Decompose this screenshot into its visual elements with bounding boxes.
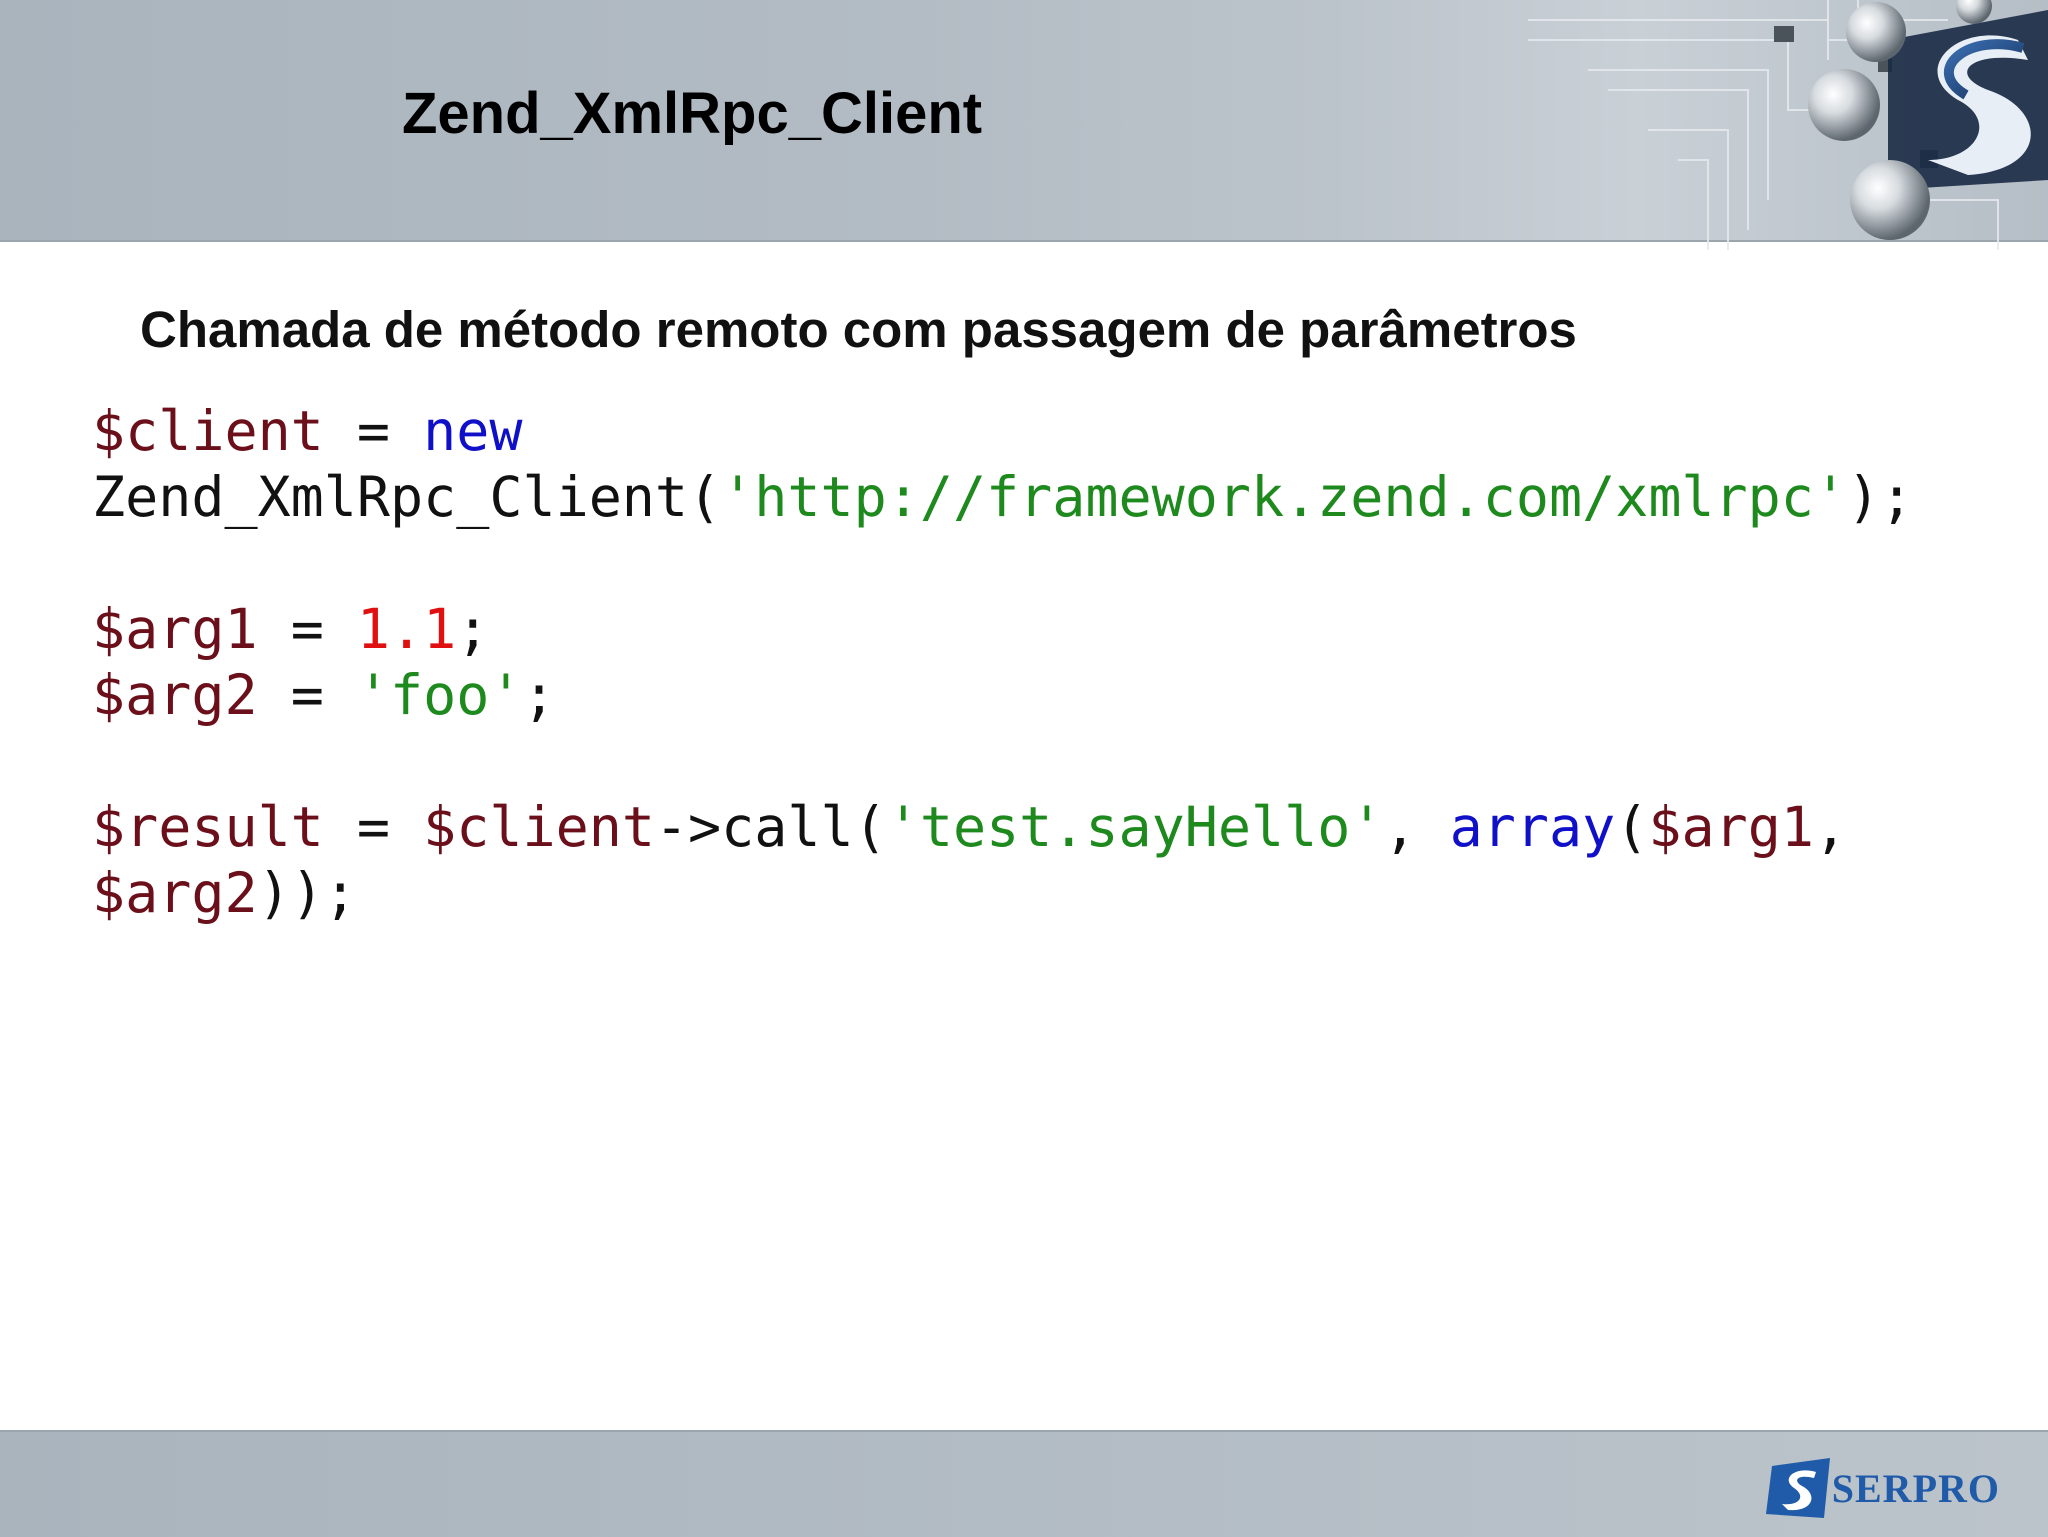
code-line: Zend_XmlRpc_Client('http://framework.zen…	[92, 464, 1913, 530]
code-token: ,	[1813, 795, 1848, 859]
slide-title: Zend_XmlRpc_Client	[402, 81, 983, 146]
code-token: ));	[257, 861, 357, 925]
code-token: );	[1847, 465, 1914, 529]
code-token: Zend_XmlRpc_Client(	[92, 465, 722, 529]
code-line: $arg1 = 1.1;	[92, 596, 1913, 662]
code-token: 1.1	[356, 597, 457, 661]
code-token: =	[257, 597, 357, 661]
footer-logo-text: SERPRO	[1831, 1465, 2000, 1511]
code-token: 'http://framework.zend.com/xmlrpc'	[721, 465, 1847, 529]
code-token: array	[1449, 795, 1616, 859]
code-token: new	[423, 399, 523, 463]
code-line: $client = new	[92, 398, 1913, 464]
code-token: ,	[1383, 795, 1450, 859]
code-token: 'foo'	[356, 663, 523, 727]
code-token: $client	[92, 399, 324, 463]
slide-header-band	[0, 0, 2048, 250]
circuit-decoration	[1528, 0, 2048, 250]
serpro-s-logo-icon	[1765, 1458, 1830, 1518]
code-token: $arg2	[92, 861, 258, 925]
code-token: =	[323, 795, 424, 859]
code-token: =	[257, 663, 357, 727]
code-line: $arg2 = 'foo';	[92, 662, 1913, 728]
code-token: (	[1615, 795, 1649, 859]
serpro-emblem	[1888, 10, 2048, 190]
code-token: $client	[423, 795, 655, 859]
code-line: $arg2));	[92, 860, 1913, 926]
code-token: ;	[456, 597, 490, 661]
code-token: $result	[92, 795, 324, 859]
code-token: =	[323, 399, 424, 463]
slide-subtitle: Chamada de método remoto com passagem de…	[140, 301, 1577, 358]
code-token: ;	[522, 663, 556, 727]
code-token: $arg1	[1648, 795, 1814, 859]
code-token: ->call(	[654, 795, 887, 859]
code-token: 'test.sayHello'	[886, 795, 1384, 859]
code-line: $result = $client->call('test.sayHello',…	[92, 794, 1913, 860]
slide-footer-band	[0, 1430, 2048, 1537]
code-token: $arg1	[92, 597, 258, 661]
footer-logo: SERPRO	[1765, 1456, 2000, 1520]
code-block: $client = new Zend_XmlRpc_Client('http://…	[92, 398, 1913, 926]
code-token: $arg2	[92, 663, 258, 727]
